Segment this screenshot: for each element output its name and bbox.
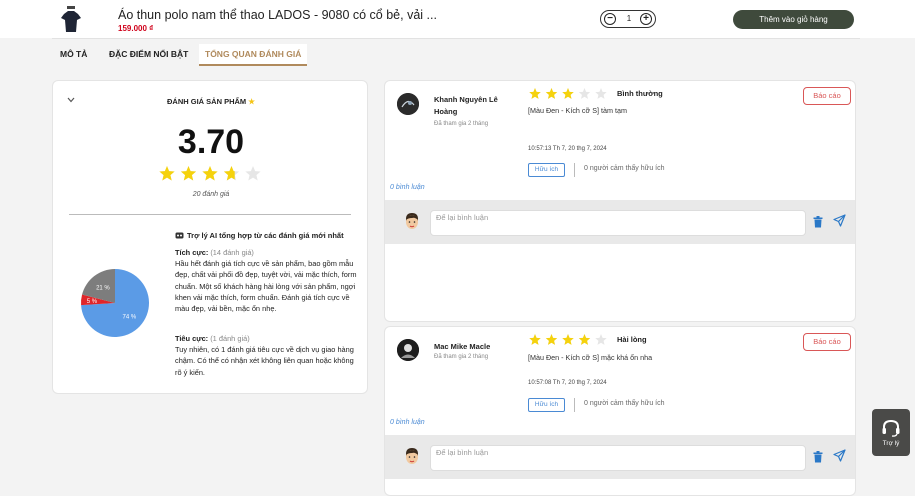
comment-bar <box>385 200 855 244</box>
divider <box>69 214 351 215</box>
send-icon[interactable] <box>833 449 846 462</box>
comment-count-link[interactable]: 0 bình luận <box>390 184 425 191</box>
review-count: 20 đánh giá <box>192 191 230 198</box>
useful-count: 0 người cảm thấy hữu ích <box>584 400 665 407</box>
quantity-stepper: − 1 + <box>600 10 656 28</box>
headset-icon <box>882 419 900 437</box>
review-timestamp: 10:57:08 Th 7, 20 thg 7, 2024 <box>528 380 607 386</box>
review-star-fill-1 <box>529 334 541 345</box>
robot-icon <box>175 232 184 239</box>
rating-summary-title: ĐÁNH GIÁ SẢN PHẨM ★ <box>53 97 369 106</box>
average-score: 3.70 <box>177 123 245 161</box>
assistant-button[interactable]: Trợ lý <box>872 409 910 456</box>
sentiment-pie-chart: 74 % 5 % 21 % <box>81 269 150 337</box>
review-card: Mac Mike Macle Đã tham gia 2 tháng Hài l… <box>384 326 856 496</box>
comment-input[interactable] <box>430 210 806 236</box>
trash-icon[interactable] <box>813 451 823 463</box>
negative-summary: Tiêu cực: (1 đánh giá) Tuy nhiên, có 1 đ… <box>175 333 357 378</box>
product-thumbnail[interactable] <box>56 5 86 35</box>
tab-description[interactable]: MÔ TẢ <box>60 44 87 66</box>
ai-summary-heading: Trợ lý AI tổng hợp từ các đánh giá mới n… <box>175 231 344 240</box>
review-text: [Màu Đen - Kích cỡ S] mặc khá ổn nha <box>528 353 653 362</box>
review-card: Khanh Nguyên Lê Hoàng Đã tham gia 2 thán… <box>384 80 856 322</box>
review-star-fill-3 <box>562 334 574 345</box>
average-star-fill-2 <box>180 166 197 181</box>
report-button[interactable]: Báo cáo <box>803 87 851 105</box>
avatar[interactable] <box>397 339 419 361</box>
comment-input[interactable] <box>430 445 806 471</box>
rating-summary-title-text: ĐÁNH GIÁ SẢN PHẨM <box>167 97 247 106</box>
average-star-5 <box>245 166 261 181</box>
reviewer-joined: Đã tham gia 2 tháng <box>434 354 489 360</box>
report-button[interactable]: Báo cáo <box>803 333 851 351</box>
rating-summary-panel: ĐÁNH GIÁ SẢN PHẨM ★ 3.70 20 đánh giá 74 … <box>52 80 368 394</box>
divider <box>52 38 860 39</box>
review-text: [Màu Đen - Kích cỡ S] tàm tạm <box>528 106 627 115</box>
product-price: 159.000 ₫ <box>118 24 154 33</box>
useful-button[interactable]: Hữu ích <box>528 398 565 412</box>
reviewer-name: Mac Mike Macle <box>434 342 491 351</box>
comment-count-link[interactable]: 0 bình luận <box>390 419 425 426</box>
add-to-cart-button[interactable]: Thêm vào giỏ hàng <box>733 10 854 29</box>
average-star-fill-1 <box>159 166 175 181</box>
average-star-fill-3 <box>202 166 218 181</box>
review-star-fill-4 <box>578 334 591 345</box>
reviewer-name: Khanh Nguyên Lê Hoàng <box>434 95 498 116</box>
review-star-5 <box>595 334 607 345</box>
pie-label-1: 74 % <box>123 315 137 321</box>
pie-label-3: 21 % <box>96 285 110 291</box>
review-timestamp: 10:57:13 Th 7, 20 thg 7, 2024 <box>528 146 607 152</box>
review-star-5 <box>595 88 607 99</box>
positive-count: (14 đánh giá) <box>210 248 254 257</box>
review-star-rating <box>529 88 607 99</box>
review-star-fill-2 <box>545 88 558 99</box>
pie-label-2: 5 % <box>87 299 98 305</box>
review-star-fill-2 <box>545 334 558 345</box>
review-star-fill-1 <box>529 88 541 99</box>
user-avatar-icon <box>406 213 418 229</box>
rating-label: Hài lòng <box>617 335 647 344</box>
user-avatar-icon <box>406 448 418 464</box>
product-sticky-bar: Áo thun polo nam thể thao LADOS - 9080 c… <box>0 0 915 38</box>
tab-highlights[interactable]: ĐẶC ĐIỂM NỔI BẬT <box>109 44 188 66</box>
tab-reviews-overview[interactable]: TỔNG QUAN ĐÁNH GIÁ <box>199 44 308 66</box>
reviewer-joined: Đã tham gia 2 tháng <box>434 121 489 127</box>
trash-icon[interactable] <box>813 216 823 228</box>
send-icon[interactable] <box>833 214 846 227</box>
assistant-label: Trợ lý <box>882 440 900 447</box>
quantity-value[interactable]: 1 <box>621 14 637 23</box>
positive-summary: Tích cực: (14 đánh giá) Hầu hết đánh giá… <box>175 247 357 314</box>
negative-text: Tuy nhiên, có 1 đánh giá tiêu cực về dịc… <box>175 345 354 377</box>
review-star-fill-3 <box>562 88 574 99</box>
positive-label: Tích cực: <box>175 248 209 257</box>
increase-quantity-button[interactable]: + <box>640 13 652 25</box>
negative-label: Tiêu cực: <box>175 334 209 343</box>
decrease-quantity-button[interactable]: − <box>604 13 616 25</box>
ai-summary-heading-text: Trợ lý AI tổng hợp từ các đánh giá mới n… <box>187 231 344 240</box>
divider <box>574 398 575 412</box>
useful-button[interactable]: Hữu ích <box>528 163 565 177</box>
useful-count: 0 người cảm thấy hữu ích <box>584 165 665 172</box>
product-title: Áo thun polo nam thể thao LADOS - 9080 c… <box>118 8 437 22</box>
review-star-4 <box>578 88 591 99</box>
rating-label: Bình thường <box>617 89 663 98</box>
avatar[interactable] <box>397 93 419 115</box>
positive-text: Hầu hết đánh giá tích cực về sản phẩm, b… <box>175 259 357 314</box>
star-icon: ★ <box>248 97 255 106</box>
average-star-rating <box>159 166 261 181</box>
divider <box>574 163 575 177</box>
review-star-rating <box>529 334 607 345</box>
negative-count: (1 đánh giá) <box>210 334 250 343</box>
comment-bar <box>385 435 855 479</box>
